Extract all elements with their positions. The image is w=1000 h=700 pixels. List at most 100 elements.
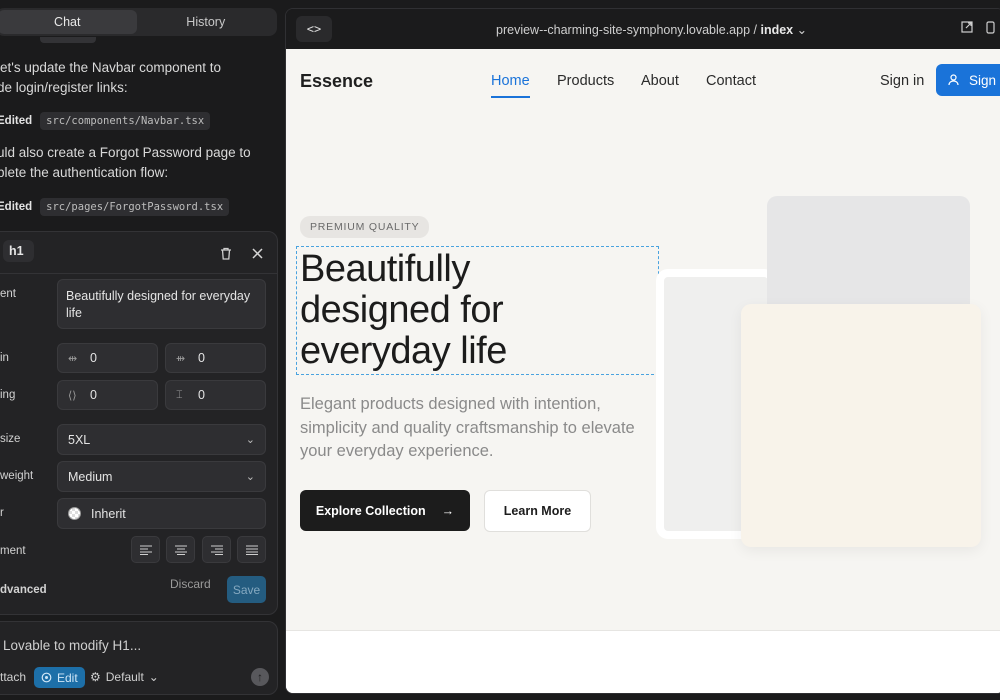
align-right-icon — [210, 544, 223, 555]
settings-icon: ⚙ — [90, 670, 101, 684]
align-left-icon — [139, 544, 152, 555]
edited-label: Edited — [0, 201, 33, 213]
vertical-padding-icon: ⌶ — [176, 388, 183, 401]
margin-label: in — [0, 352, 9, 364]
font-weight-select[interactable]: Medium ⌄ — [57, 461, 266, 492]
chat-message: uld also create a Forgot Password page t… — [0, 143, 251, 183]
arrow-right-icon: → — [441, 503, 455, 518]
margin-horizontal-input[interactable]: ⇹ 0 — [57, 343, 158, 373]
align-justify-button[interactable] — [237, 536, 266, 563]
chat-message-line: let's update the Navbar component to — [0, 60, 221, 75]
trash-icon[interactable] — [216, 243, 236, 263]
model-select[interactable]: ⚙ Default ⌄ — [90, 670, 159, 684]
horizontal-spacing-icon: ⇹ — [68, 352, 78, 365]
align-center-button[interactable] — [166, 536, 195, 563]
quality-badge: PREMIUM QUALITY — [300, 216, 430, 238]
save-button[interactable]: Save — [227, 576, 266, 603]
content-textarea[interactable]: Beautifully designed for everyday life — [57, 279, 266, 329]
preview-url[interactable]: preview--charming-site-symphony.lovable.… — [496, 22, 807, 37]
color-picker[interactable]: Inherit — [57, 498, 266, 529]
nav-link-products[interactable]: Products — [557, 73, 614, 89]
site-logo[interactable]: Essence — [300, 71, 373, 92]
explore-collection-button[interactable]: Explore Collection → — [300, 490, 470, 531]
code-toggle-button[interactable]: <> — [296, 16, 332, 42]
edit-mode-button[interactable]: Edit — [34, 667, 85, 688]
device-icon[interactable] — [986, 21, 995, 37]
hero-image-card — [741, 304, 981, 547]
color-label: r — [0, 507, 4, 519]
font-weight-label: weight — [0, 470, 34, 482]
chat-message-line: de login/register links: — [0, 80, 128, 95]
align-right-button[interactable] — [202, 536, 231, 563]
element-tag-label: h1 — [9, 244, 24, 258]
edit-record: Edited src/components/Navbar.tsx — [0, 112, 211, 130]
chat-message-line: uld also create a Forgot Password page t… — [0, 145, 251, 160]
learn-more-button[interactable]: Learn More — [484, 490, 591, 532]
hero-heading-line: everyday life — [300, 330, 507, 372]
edit-mode-label: Edit — [57, 670, 78, 685]
font-weight-value: Medium — [68, 469, 113, 484]
target-icon — [41, 672, 52, 683]
tab-history[interactable]: History — [137, 10, 276, 34]
nav-link-contact[interactable]: Contact — [706, 73, 756, 89]
user-icon — [948, 74, 959, 86]
tab-chat[interactable]: Chat — [0, 10, 137, 34]
alignment-label: ment — [0, 545, 26, 557]
font-size-value: 5XL — [68, 432, 91, 447]
align-center-icon — [174, 544, 187, 555]
padding-horizontal-input[interactable]: ⟨⟩ 0 — [57, 380, 158, 410]
hero-heading[interactable]: Beautifully designed for everyday life — [300, 249, 640, 372]
font-size-select[interactable]: 5XL ⌄ — [57, 424, 266, 455]
scroll-indicator — [40, 37, 96, 43]
sign-up-button[interactable]: Sign — [936, 64, 1000, 96]
editor-header: h1 — [0, 232, 277, 274]
panel-tabs: Chat History — [0, 8, 277, 36]
align-justify-icon — [245, 544, 258, 555]
element-tag: h1 — [3, 240, 34, 262]
file-chip[interactable]: src/components/Navbar.tsx — [40, 112, 211, 130]
hero-subheading: Elegant products designed with intention… — [300, 395, 635, 460]
file-chip[interactable]: src/pages/ForgotPassword.tsx — [40, 198, 230, 216]
color-value: Inherit — [91, 506, 126, 521]
active-nav-indicator — [491, 96, 530, 98]
hero-heading-line: Beautifully — [300, 248, 470, 290]
preview-toolbar: <> preview--charming-site-symphony.lovab… — [286, 9, 1000, 49]
site-navbar: Essence Home Products About Contact Sign… — [286, 49, 1000, 113]
sign-in-link[interactable]: Sign in — [880, 73, 924, 89]
padding-horizontal-value: 0 — [90, 388, 97, 402]
code-icon: <> — [306, 22, 322, 36]
hero-heading-line: designed for — [300, 289, 504, 331]
vertical-spacing-icon: ⇻ — [176, 352, 186, 365]
explore-collection-label: Explore Collection — [315, 503, 426, 518]
model-select-label: Default — [105, 670, 144, 684]
chevron-down-icon: ⌄ — [245, 434, 255, 446]
padding-vertical-input[interactable]: ⌶ 0 — [165, 380, 266, 410]
chevron-down-icon: ⌄ — [148, 670, 159, 684]
chevron-down-icon: ⌄ — [245, 471, 255, 483]
nav-link-home[interactable]: Home — [491, 73, 530, 89]
advanced-toggle[interactable]: dvanced — [0, 584, 47, 596]
font-size-label: size — [0, 433, 21, 445]
padding-vertical-value: 0 — [198, 388, 205, 402]
prompt-placeholder: Lovable to modify H1... — [3, 638, 142, 653]
external-link-icon[interactable] — [961, 21, 973, 36]
align-left-button[interactable] — [131, 536, 160, 563]
discard-button[interactable]: Discard — [170, 577, 211, 591]
send-button[interactable]: ↑ — [251, 668, 269, 686]
preview-window: <> preview--charming-site-symphony.lovab… — [285, 8, 1000, 694]
url-host: preview--charming-site-symphony.lovable.… — [496, 23, 761, 37]
site-preview: Essence Home Products About Contact Sign… — [286, 49, 1000, 693]
content-label: ent — [0, 288, 16, 300]
arrow-up-icon: ↑ — [257, 670, 263, 684]
nav-link-about[interactable]: About — [641, 73, 679, 89]
next-section — [286, 630, 1000, 693]
padding-label: ing — [0, 389, 16, 401]
horizontal-padding-icon: ⟨⟩ — [68, 389, 77, 402]
close-icon[interactable] — [247, 243, 267, 263]
chat-message: let's update the Navbar component to de … — [0, 58, 221, 98]
content-value: Beautifully designed for everyday life — [66, 289, 251, 320]
edited-label: Edited — [0, 115, 33, 127]
attach-button[interactable]: ttach — [0, 670, 26, 684]
margin-vertical-value: 0 — [198, 351, 205, 365]
margin-vertical-input[interactable]: ⇻ 0 — [165, 343, 266, 373]
